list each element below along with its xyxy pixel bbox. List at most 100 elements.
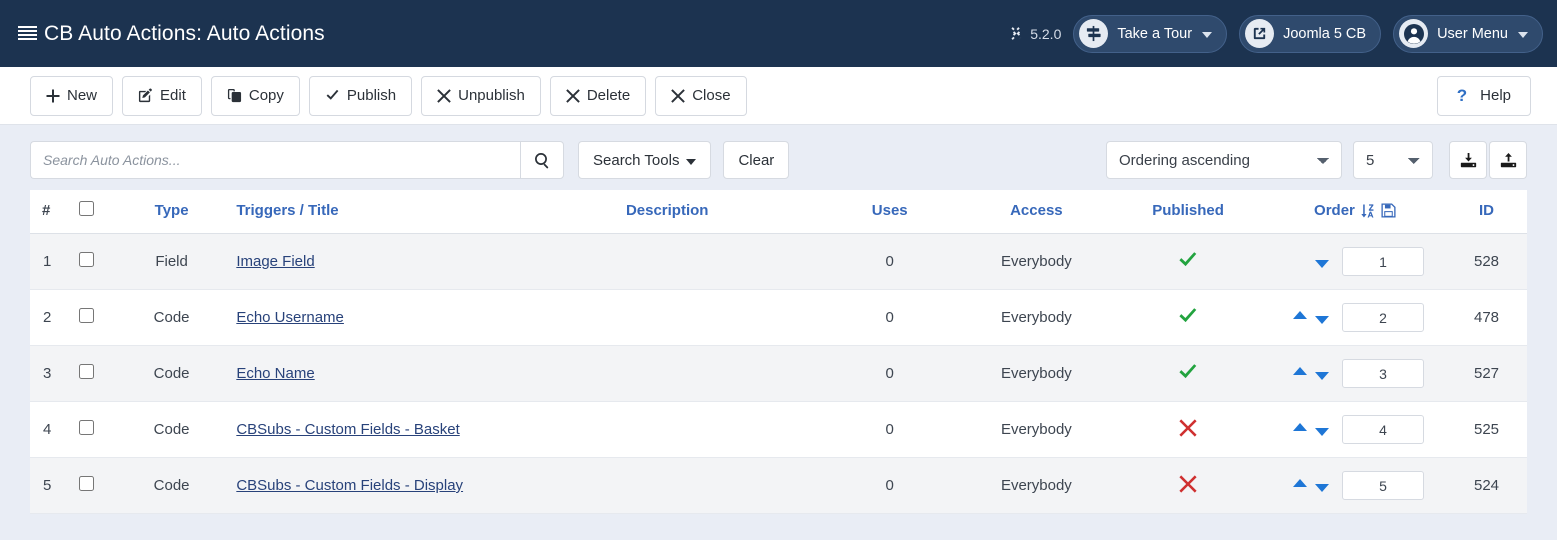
move-up-button[interactable] bbox=[1293, 367, 1308, 375]
row-checkbox[interactable] bbox=[79, 420, 95, 435]
limit-select[interactable]: 5 bbox=[1353, 141, 1433, 179]
row-uses: 0 bbox=[818, 345, 961, 402]
row-select-cell bbox=[66, 457, 107, 514]
search-input[interactable] bbox=[30, 141, 520, 179]
row-title-link[interactable]: CBSubs - Custom Fields - Display bbox=[236, 477, 463, 494]
row-title-link[interactable]: Echo Name bbox=[236, 365, 314, 382]
row-checkbox[interactable] bbox=[79, 476, 95, 491]
search-tools-label: Search Tools bbox=[593, 151, 680, 169]
joomla-version: 5.2.0 bbox=[1009, 26, 1061, 42]
row-order-cell bbox=[1263, 345, 1447, 402]
row-published-cell[interactable] bbox=[1112, 233, 1264, 290]
column-header-description[interactable]: Description bbox=[515, 190, 819, 234]
row-published-cell[interactable] bbox=[1112, 401, 1264, 458]
upload-button[interactable] bbox=[1489, 141, 1527, 179]
row-description bbox=[515, 233, 819, 290]
copy-icon bbox=[227, 88, 242, 103]
clear-button[interactable]: Clear bbox=[723, 141, 790, 179]
delete-button[interactable]: Delete bbox=[549, 75, 647, 116]
sort-alpha-down-icon bbox=[1360, 203, 1376, 219]
order-input[interactable] bbox=[1342, 415, 1425, 444]
chevron-down-icon bbox=[1202, 27, 1213, 41]
row-title-cell: Echo Name bbox=[236, 345, 516, 402]
column-header-published[interactable]: Published bbox=[1112, 190, 1264, 234]
ordering-select[interactable]: Ordering ascending bbox=[1106, 141, 1342, 179]
row-checkbox[interactable] bbox=[79, 308, 95, 323]
order-input[interactable] bbox=[1342, 359, 1425, 388]
row-description bbox=[515, 345, 819, 402]
order-input[interactable] bbox=[1342, 303, 1425, 332]
column-header-order-label: Order bbox=[1314, 202, 1355, 219]
times-icon bbox=[437, 88, 451, 103]
new-button[interactable]: New bbox=[30, 75, 114, 116]
row-id: 527 bbox=[1446, 345, 1527, 402]
move-up-button[interactable] bbox=[1293, 311, 1308, 319]
row-checkbox[interactable] bbox=[79, 252, 95, 267]
row-title-link[interactable]: Image Field bbox=[236, 253, 314, 270]
column-header-order[interactable]: Order bbox=[1263, 190, 1447, 234]
user-menu-button[interactable]: User Menu bbox=[1393, 14, 1543, 53]
row-select-cell bbox=[66, 233, 107, 290]
magnifier-icon bbox=[534, 152, 551, 169]
column-header-id[interactable]: ID bbox=[1446, 190, 1527, 234]
order-input[interactable] bbox=[1342, 247, 1425, 276]
move-down-button[interactable] bbox=[1315, 484, 1330, 492]
publish-button[interactable]: Publish bbox=[308, 75, 413, 116]
row-description bbox=[515, 289, 819, 346]
row-published-cell[interactable] bbox=[1112, 457, 1264, 514]
row-type: Code bbox=[106, 457, 237, 514]
edit-button[interactable]: Edit bbox=[122, 75, 202, 116]
upload-icon bbox=[1500, 152, 1517, 169]
move-down-button[interactable] bbox=[1315, 260, 1330, 268]
save-icon[interactable] bbox=[1381, 203, 1396, 218]
move-down-button[interactable] bbox=[1315, 316, 1330, 324]
row-checkbox[interactable] bbox=[79, 364, 95, 379]
row-published-cell[interactable] bbox=[1112, 345, 1264, 402]
select-all-checkbox[interactable] bbox=[79, 201, 95, 216]
close-button[interactable]: Close bbox=[655, 75, 747, 116]
table-row: 5 Code CBSubs - Custom Fields - Display … bbox=[30, 457, 1527, 514]
row-order-cell bbox=[1263, 289, 1447, 346]
search-button[interactable] bbox=[520, 141, 564, 179]
move-up-button[interactable] bbox=[1293, 479, 1308, 487]
times-icon bbox=[566, 88, 580, 103]
download-button[interactable] bbox=[1449, 141, 1487, 179]
column-header-triggers[interactable]: Triggers / Title bbox=[236, 190, 516, 234]
order-input[interactable] bbox=[1342, 471, 1425, 500]
row-title-cell: Echo Username bbox=[236, 289, 516, 346]
row-id: 528 bbox=[1446, 233, 1527, 290]
move-down-button[interactable] bbox=[1315, 372, 1330, 380]
row-title-link[interactable]: CBSubs - Custom Fields - Basket bbox=[236, 421, 459, 438]
row-type: Code bbox=[106, 345, 237, 402]
unpublish-button[interactable]: Unpublish bbox=[421, 75, 541, 116]
copy-button[interactable]: Copy bbox=[210, 75, 300, 116]
row-number: 3 bbox=[30, 345, 67, 402]
joomla-5-cb-button[interactable]: Joomla 5 CB bbox=[1239, 14, 1382, 53]
row-number: 4 bbox=[30, 401, 67, 458]
order-arrows bbox=[1288, 479, 1334, 492]
row-published-cell[interactable] bbox=[1112, 289, 1264, 346]
row-uses: 0 bbox=[818, 401, 961, 458]
search-tools-button[interactable]: Search Tools bbox=[578, 141, 712, 179]
clear-label: Clear bbox=[738, 151, 775, 169]
column-header-type[interactable]: Type bbox=[106, 190, 237, 234]
move-up-button[interactable] bbox=[1293, 423, 1308, 431]
table-head: # Type Triggers / Title Description Uses… bbox=[30, 190, 1527, 234]
row-id: 524 bbox=[1446, 457, 1527, 514]
move-down-button[interactable] bbox=[1315, 428, 1330, 436]
page-title-text: CB Auto Actions: Auto Actions bbox=[44, 21, 325, 45]
chevron-down-icon bbox=[1518, 27, 1528, 41]
take-a-tour-button[interactable]: Take a Tour bbox=[1073, 14, 1228, 53]
row-access: Everybody bbox=[960, 345, 1113, 402]
row-access: Everybody bbox=[960, 401, 1113, 458]
column-header-access[interactable]: Access bbox=[960, 190, 1113, 234]
external-link-icon bbox=[1245, 19, 1275, 48]
column-header-uses[interactable]: Uses bbox=[818, 190, 961, 234]
column-header-num: # bbox=[30, 190, 67, 234]
times-icon bbox=[1179, 474, 1197, 493]
row-id: 478 bbox=[1446, 289, 1527, 346]
help-button[interactable]: ? Help bbox=[1436, 75, 1531, 116]
order-arrows bbox=[1288, 367, 1334, 380]
row-title-link[interactable]: Echo Username bbox=[236, 309, 344, 326]
import-export-group bbox=[1449, 141, 1527, 179]
